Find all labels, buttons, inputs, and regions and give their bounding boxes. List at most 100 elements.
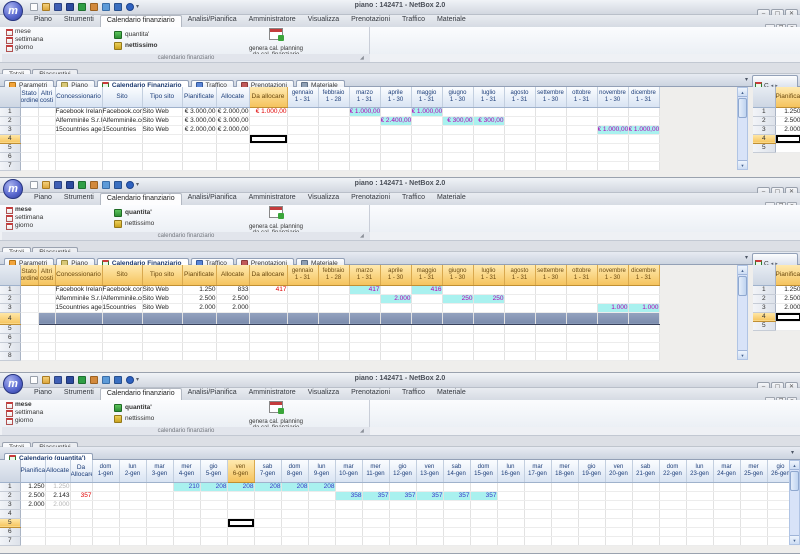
grid-cell[interactable]: [497, 491, 524, 500]
grid-cell[interactable]: [597, 116, 628, 125]
grid-cell[interactable]: [597, 285, 628, 294]
grid-cell[interactable]: [38, 161, 55, 170]
vertical-scrollbar[interactable]: ▲▼: [789, 460, 800, 545]
menu-tab-strumenti[interactable]: Strumenti: [58, 388, 100, 400]
side-row-header-4[interactable]: 4: [753, 134, 775, 143]
grid-cell[interactable]: € 2.400,00: [380, 116, 411, 125]
grid-cell[interactable]: 208: [227, 482, 254, 491]
column-header-dom-22-gen[interactable]: dom22-gen: [659, 460, 686, 482]
grid-cell[interactable]: [20, 351, 38, 360]
column-header-dom-15-gen[interactable]: dom15-gen: [470, 460, 497, 482]
menu-tab-piano[interactable]: Piano: [28, 193, 58, 205]
grid-cell[interactable]: 208: [281, 482, 308, 491]
scroll-up-icon[interactable]: ▲: [738, 266, 747, 275]
row-header-4[interactable]: 4: [0, 312, 20, 324]
grid-cell[interactable]: 250: [473, 294, 504, 303]
grid-cell[interactable]: [411, 294, 442, 303]
grid-cell[interactable]: [287, 342, 318, 351]
grid-cell[interactable]: 15countries: [102, 125, 142, 134]
grid-cell[interactable]: [20, 152, 38, 161]
grid-cell[interactable]: [308, 509, 335, 518]
scrollbar-thumb[interactable]: [790, 471, 799, 491]
grid-cell[interactable]: [362, 509, 389, 518]
column-header-concessionario[interactable]: Concessionario: [55, 87, 102, 107]
column-header-agosto[interactable]: agosto1 - 31: [504, 87, 535, 107]
grid-cell[interactable]: [632, 491, 659, 500]
grid-cell[interactable]: [442, 312, 473, 324]
grid-cell[interactable]: [473, 143, 504, 152]
grid-cell[interactable]: [566, 125, 597, 134]
grid-cell[interactable]: [182, 342, 216, 351]
column-header-giugno[interactable]: giugno1 - 30: [442, 265, 473, 285]
menu-tab-traffico[interactable]: Traffico: [396, 193, 431, 205]
grid-cell[interactable]: [597, 294, 628, 303]
grid-cell[interactable]: [287, 351, 318, 360]
grid-cell[interactable]: [349, 333, 380, 342]
measure-button-quantita[interactable]: quantita': [114, 208, 154, 219]
grid-cell[interactable]: [20, 116, 38, 125]
view-button-giorno[interactable]: giorno: [6, 222, 43, 230]
grid-cell[interactable]: [416, 482, 443, 491]
grid-cell[interactable]: [249, 143, 287, 152]
grid-cell[interactable]: [142, 324, 182, 333]
grid-cell[interactable]: 358: [335, 491, 362, 500]
grid-cell[interactable]: [411, 333, 442, 342]
grid-cell[interactable]: [287, 285, 318, 294]
menu-tab-materiale[interactable]: Materiale: [431, 193, 472, 205]
grid-cell[interactable]: 1.250: [45, 482, 70, 491]
grid-cell[interactable]: [411, 143, 442, 152]
grid-cell[interactable]: [227, 491, 254, 500]
grid-cell[interactable]: [45, 518, 70, 527]
row-header-6[interactable]: 6: [0, 152, 20, 161]
grid-cell[interactable]: [308, 527, 335, 536]
side-row-header-2[interactable]: 2: [753, 116, 775, 125]
grid-cell[interactable]: [102, 324, 142, 333]
grid-cell[interactable]: [473, 351, 504, 360]
grid-cell[interactable]: [146, 536, 173, 545]
grid-cell[interactable]: [597, 107, 628, 116]
column-header-da-allocare[interactable]: Da allocare: [249, 265, 287, 285]
grid-cell[interactable]: [380, 134, 411, 143]
grid-cell[interactable]: [504, 107, 535, 116]
grid-cell[interactable]: [551, 527, 578, 536]
grid-cell[interactable]: [628, 294, 659, 303]
column-header-allocate[interactable]: Allocate: [216, 265, 249, 285]
grid-cell[interactable]: [249, 152, 287, 161]
grid-cell[interactable]: [535, 351, 566, 360]
grid-cell[interactable]: [524, 527, 551, 536]
grid-cell[interactable]: [632, 509, 659, 518]
grid-cell[interactable]: [504, 143, 535, 152]
grid-cell[interactable]: 2.000: [380, 294, 411, 303]
grid-cell[interactable]: [287, 294, 318, 303]
grid-cell[interactable]: [566, 152, 597, 161]
grid-cell[interactable]: [686, 518, 713, 527]
tab-overflow-dropdown-icon[interactable]: ▾: [745, 254, 748, 261]
column-header-febbraio[interactable]: febbraio1 - 28: [318, 265, 349, 285]
grid-cell[interactable]: [473, 312, 504, 324]
grid-cell[interactable]: [227, 536, 254, 545]
grid-cell[interactable]: [535, 285, 566, 294]
grid-cell[interactable]: [216, 324, 249, 333]
grid-cell[interactable]: 357: [416, 491, 443, 500]
grid-cell[interactable]: [216, 143, 249, 152]
grid-cell[interactable]: [416, 527, 443, 536]
grid-cell[interactable]: Alfemminile.com: [102, 116, 142, 125]
grid-cell[interactable]: [200, 536, 227, 545]
grid-cell[interactable]: [775, 134, 800, 143]
grid-cell[interactable]: [92, 536, 119, 545]
grid-cell[interactable]: [200, 491, 227, 500]
grid-cell[interactable]: [38, 324, 55, 333]
grid-cell[interactable]: [318, 134, 349, 143]
grid-cell[interactable]: [119, 491, 146, 500]
grid-cell[interactable]: [318, 342, 349, 351]
grid-cell[interactable]: [578, 500, 605, 509]
grid-cell[interactable]: [55, 312, 102, 324]
grid-cell[interactable]: [416, 509, 443, 518]
grid-cell[interactable]: [287, 333, 318, 342]
grid-cell[interactable]: [442, 107, 473, 116]
grid-cell[interactable]: [597, 134, 628, 143]
grid-cell[interactable]: [597, 312, 628, 324]
grid-cell[interactable]: 357: [70, 491, 92, 500]
grid-cell[interactable]: [535, 152, 566, 161]
grid-cell[interactable]: [551, 482, 578, 491]
